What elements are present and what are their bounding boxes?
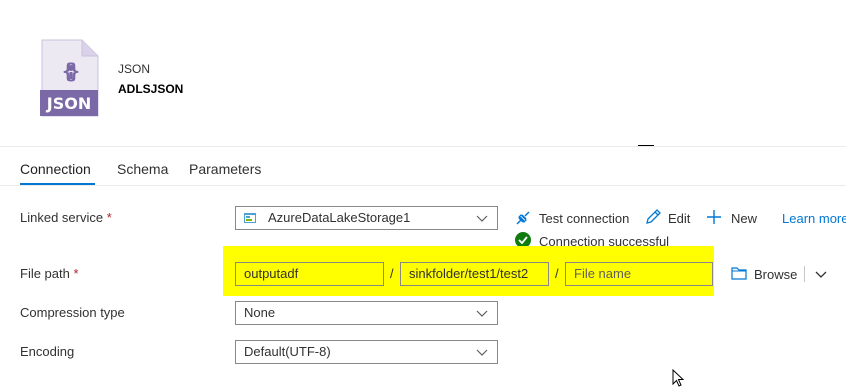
linked-service-value: AzureDataLakeStorage1 [268,210,411,225]
tab-connection[interactable]: Connection [20,161,91,177]
compression-type-label: Compression type [20,305,125,320]
browse-button[interactable]: Browse [754,267,797,282]
directory-input[interactable]: sinkfolder/test1/test2 [400,262,549,286]
svg-text:}: } [68,59,80,83]
chevron-down-icon [476,349,488,356]
chevron-down-icon[interactable] [813,266,829,282]
test-connection-button[interactable]: Test connection [539,211,629,226]
tab-bar: Connection Schema Parameters [0,155,846,187]
linked-service-label: Linked service * [20,210,112,225]
divider [804,266,805,282]
learn-more-link[interactable]: Learn more [782,211,846,226]
path-separator: / [555,266,559,281]
dataset-header: { } JSON JSON ADLSJSON [0,0,846,146]
new-button[interactable]: New [731,211,757,226]
encoding-value: Default(UTF-8) [244,344,331,359]
linked-service-select[interactable]: AzureDataLakeStorage1 [235,206,498,230]
tab-parameters[interactable]: Parameters [189,161,261,177]
divider [0,185,846,186]
mouse-cursor-icon [672,369,685,387]
chevron-down-icon [476,310,488,317]
file-path-label: File path * [20,266,79,281]
divider [0,146,846,147]
compression-type-select[interactable]: None [235,301,498,325]
tab-schema[interactable]: Schema [117,161,168,177]
file-name-input[interactable]: File name [565,262,713,286]
storage-account-icon [244,213,256,223]
edit-button[interactable]: Edit [668,211,690,226]
svg-text:JSON: JSON [46,94,91,113]
compression-type-value: None [244,305,276,320]
folder-icon [731,267,747,280]
encoding-select[interactable]: Default(UTF-8) [235,340,498,364]
container-input[interactable]: outputadf [235,262,384,286]
json-file-icon: { } JSON [40,39,99,117]
dataset-name: ADLSJSON [118,82,184,96]
dataset-type: JSON [118,62,151,76]
chevron-down-icon [476,215,488,222]
test-connection-icon [516,211,530,225]
encoding-label: Encoding [20,344,75,359]
plus-icon [707,210,721,224]
edit-icon [646,209,661,224]
path-separator: / [390,266,394,281]
